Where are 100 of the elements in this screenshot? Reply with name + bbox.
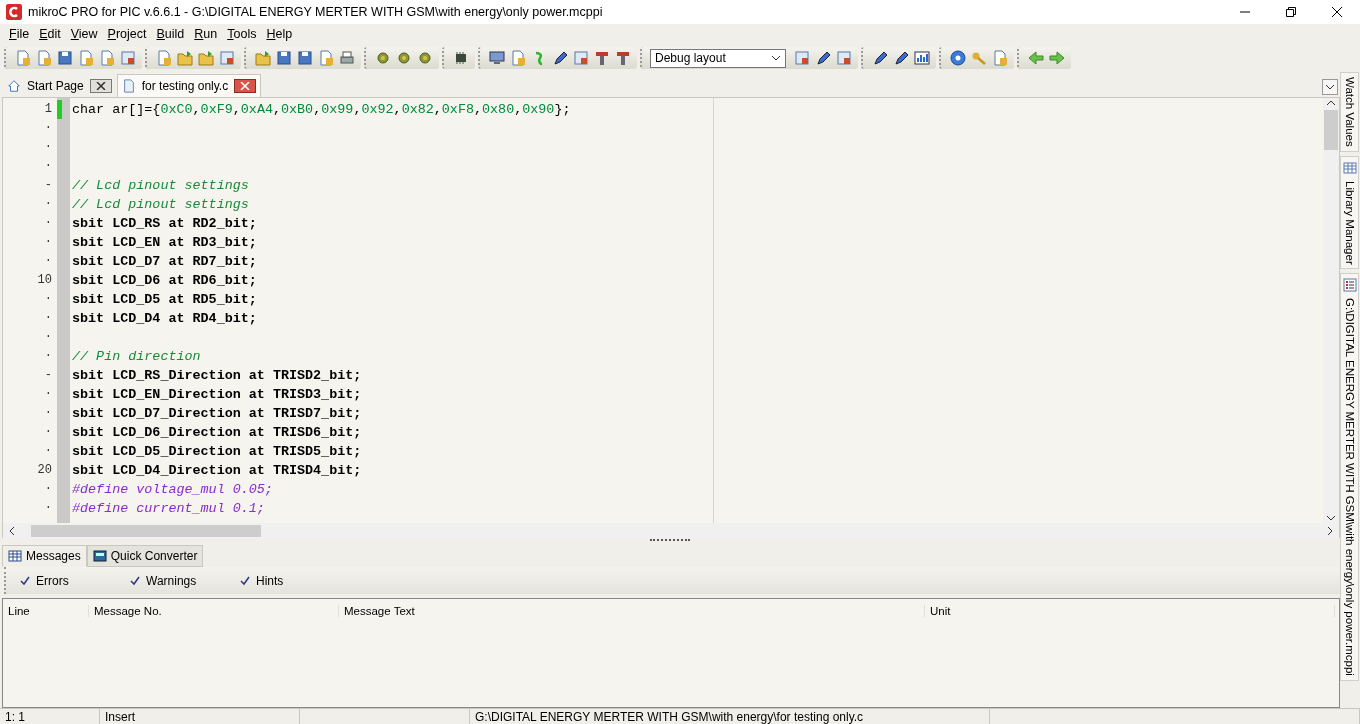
code-line: #define current_mul 0.1;	[72, 501, 265, 516]
column-header[interactable]: Message Text	[339, 605, 925, 617]
folder-icon[interactable]	[254, 49, 272, 67]
printer-icon[interactable]	[338, 49, 356, 67]
menu-item[interactable]: Project	[102, 26, 152, 42]
folder-icon[interactable]	[176, 49, 194, 67]
editor-tab[interactable]: Start Page	[2, 74, 117, 97]
column-header[interactable]: Line	[3, 605, 89, 617]
line-number: ·	[43, 481, 53, 498]
hammer-icon[interactable]	[593, 49, 611, 67]
editor-tab[interactable]: for testing only.c	[116, 74, 262, 97]
chart-icon[interactable]	[913, 49, 931, 67]
layout-dropdown[interactable]: Debug layout	[650, 48, 786, 68]
code-line: sbit LCD_D7 at RD7_bit;	[72, 254, 257, 269]
menu-item[interactable]: View	[65, 26, 103, 42]
line-number: ·	[43, 253, 53, 270]
vertical-scrollbar[interactable]	[1323, 98, 1339, 523]
line-number: -	[43, 177, 53, 194]
menu-item[interactable]: File	[4, 26, 35, 42]
scroll-thumb[interactable]	[31, 525, 261, 537]
window-icon[interactable]	[835, 49, 853, 67]
panel-tab[interactable]: Quick Converter	[86, 545, 204, 567]
side-panel-tab[interactable]: Watch Values	[1340, 72, 1359, 152]
pen-icon[interactable]	[814, 49, 832, 67]
scroll-up-icon[interactable]	[1326, 98, 1336, 108]
code-line: char ar[]={0xC0,0xF9,0xA4,0xB0,0x99,0x92,0x82,0xF8,0x80,0x90};	[72, 102, 571, 117]
line-number: 1	[43, 101, 53, 118]
column-header[interactable]: Message No.	[89, 605, 339, 617]
column-header[interactable]: Unit	[925, 605, 1335, 617]
code-line: sbit LCD_RS_Direction at TRISD2_bit;	[72, 368, 362, 383]
menu-item[interactable]: Tools	[222, 26, 262, 42]
arrow-right-icon[interactable]	[1048, 49, 1066, 67]
app-logo-icon	[6, 4, 22, 20]
code-line: sbit LCD_D5 at RD5_bit;	[72, 292, 257, 307]
checkbox[interactable]	[20, 575, 30, 586]
code-line: sbit LCD_EN at RD3_bit;	[72, 235, 257, 250]
filter-checkbox[interactable]: Hints	[234, 573, 344, 588]
menu-item[interactable]: Edit	[34, 26, 66, 42]
splitter-grip[interactable]	[650, 539, 690, 544]
line-number: ·	[43, 196, 53, 213]
line-number: ·	[43, 291, 53, 308]
line-number: ·	[43, 120, 53, 137]
code-line: sbit LCD_EN_Direction at TRISD3_bit;	[72, 387, 362, 402]
side-panel-tab[interactable]: Library Manager	[1340, 155, 1359, 270]
scroll-left-icon[interactable]	[7, 526, 17, 536]
pen-icon[interactable]	[892, 49, 910, 67]
menu-item[interactable]: Run	[189, 26, 223, 42]
checkbox[interactable]	[240, 575, 250, 586]
window-icon[interactable]	[793, 49, 811, 67]
panel-tab[interactable]: Messages	[2, 545, 87, 567]
line-number: ·	[43, 405, 53, 422]
line-number: ·	[43, 500, 53, 517]
table-icon	[1342, 160, 1357, 175]
arrow-left-icon[interactable]	[1027, 49, 1045, 67]
status-cell: Insert	[100, 709, 300, 724]
line-number: ·	[43, 310, 53, 327]
restore-icon	[1286, 7, 1296, 17]
pen-icon[interactable]	[871, 49, 889, 67]
window-icon[interactable]	[218, 49, 236, 67]
filter-checkbox[interactable]: Errors	[14, 573, 124, 588]
calculator-icon	[92, 549, 107, 563]
window-icon[interactable]	[119, 49, 137, 67]
line-number: 10	[36, 272, 53, 289]
window-title: mikroC PRO for PIC v.6.6.1 - G:\DIGITAL ENERGY MERTER WITH GSM\with energy\only power.mcppi	[28, 5, 604, 19]
checkbox[interactable]	[130, 575, 140, 586]
window-icon[interactable]	[572, 49, 590, 67]
scroll-thumb[interactable]	[1324, 110, 1338, 150]
line-number: 20	[36, 462, 53, 479]
folder-icon[interactable]	[197, 49, 215, 67]
code-line: // Lcd pinout settings	[72, 178, 249, 193]
line-number: ·	[43, 234, 53, 251]
line-number: ·	[43, 386, 53, 403]
hammer-icon[interactable]	[614, 49, 632, 67]
line-number: ·	[43, 158, 53, 175]
house-icon	[7, 79, 21, 93]
code-line: // Pin direction	[72, 349, 201, 364]
list-icon	[1342, 278, 1357, 293]
code-line: sbit LCD_D4 at RD4_bit;	[72, 311, 257, 326]
code-line: sbit LCD_D6_Direction at TRISD6_bit;	[72, 425, 362, 440]
code-line: sbit LCD_D5_Direction at TRISD5_bit;	[72, 444, 362, 459]
horizontal-scrollbar[interactable]	[3, 523, 1339, 539]
line-number: ·	[43, 139, 53, 156]
pen-icon[interactable]	[551, 49, 569, 67]
tab-list-button[interactable]	[1322, 79, 1338, 95]
side-panel-tab[interactable]: G:\DIGITAL ENERGY MERTER WITH GSM\with energy\only power.mcppi	[1340, 273, 1359, 682]
menu-item[interactable]: Help	[261, 26, 298, 42]
filter-checkbox[interactable]: Warnings	[124, 573, 234, 588]
monitor-icon[interactable]	[488, 49, 506, 67]
tab-close-button[interactable]	[234, 79, 257, 93]
close-icon	[240, 82, 251, 90]
close-icon	[1332, 7, 1342, 17]
caret-icon	[1325, 84, 1335, 90]
line-number: ·	[43, 424, 53, 441]
scroll-down-icon[interactable]	[1326, 513, 1336, 523]
code-line: // Lcd pinout settings	[72, 197, 249, 212]
line-number: ·	[43, 443, 53, 460]
menu-item[interactable]: Build	[151, 26, 190, 42]
code-line: sbit LCD_D4_Direction at TRISD4_bit;	[72, 463, 362, 478]
scroll-right-icon[interactable]	[1325, 526, 1335, 536]
tab-close-button[interactable]	[89, 79, 112, 93]
